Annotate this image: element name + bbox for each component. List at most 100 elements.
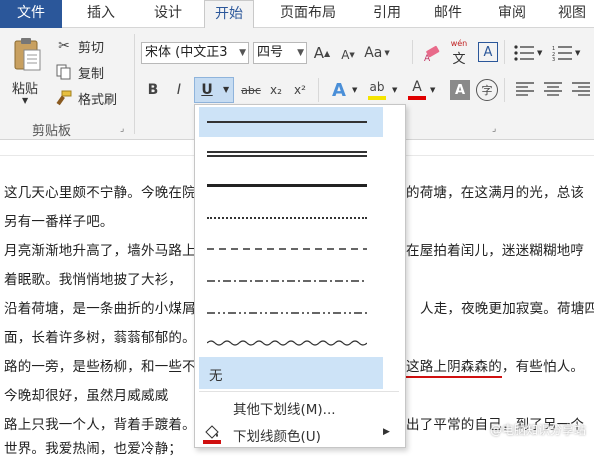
paste-dropdown-arrow-icon[interactable]: ▼ bbox=[22, 96, 28, 105]
underline-option-double[interactable] bbox=[199, 139, 383, 169]
paintbrush-icon bbox=[56, 90, 72, 106]
tab-home[interactable]: 开始 bbox=[204, 0, 254, 29]
dash-dot-line bbox=[207, 280, 367, 282]
svg-text:A: A bbox=[424, 54, 431, 62]
underline-option-dashed[interactable] bbox=[199, 235, 383, 265]
tab-view[interactable]: 视图 bbox=[550, 0, 594, 28]
underline-option-thick[interactable] bbox=[199, 171, 383, 201]
tab-mailings[interactable]: 邮件 bbox=[424, 0, 472, 28]
underline-option-none[interactable]: 无 bbox=[199, 357, 383, 389]
bold-button[interactable]: B bbox=[144, 80, 162, 100]
tab-page-layout[interactable]: 页面布局 bbox=[270, 0, 346, 28]
underlined-selection[interactable]: 这路上阴森森的 bbox=[406, 359, 502, 378]
underline-dropdown-arrow-icon[interactable]: ▼ bbox=[223, 85, 229, 94]
underline-option-dotted[interactable] bbox=[199, 203, 383, 233]
tab-insert[interactable]: 插入 bbox=[72, 0, 130, 28]
font-size-value: 四号 bbox=[257, 45, 284, 60]
menu-divider bbox=[199, 391, 399, 392]
grow-font-icon[interactable]: A ▲ bbox=[312, 43, 332, 63]
clipboard-icon bbox=[14, 38, 41, 71]
font-color-icon: A bbox=[412, 79, 422, 95]
character-border-icon[interactable]: A bbox=[478, 42, 498, 62]
paste-button[interactable]: 粘贴 ▼ bbox=[8, 34, 46, 106]
font-launcher-icon[interactable]: ⌟ bbox=[492, 124, 496, 134]
more-underlines-label: 其他下划线(M)... bbox=[233, 402, 336, 418]
clipboard-launcher-icon[interactable]: ⌟ bbox=[120, 124, 124, 134]
text-effects-dropdown-arrow-icon[interactable]: ▼ bbox=[352, 86, 357, 94]
paragraph-line: 人走，夜晚更加寂寞。荷塘四 bbox=[420, 301, 594, 317]
underline-glyph: U bbox=[201, 82, 213, 98]
copy-label: 复制 bbox=[78, 67, 105, 82]
paragraph-line: 面，长着许多树，蓊蓊郁郁的。 bbox=[4, 330, 196, 346]
submenu-arrow-icon: ▶ bbox=[383, 427, 390, 437]
numbering-dropdown-arrow-icon[interactable]: ▼ bbox=[575, 49, 580, 57]
cut-button[interactable]: ✂ 剪切 bbox=[54, 36, 114, 56]
group-divider bbox=[412, 40, 413, 64]
italic-glyph: I bbox=[176, 82, 182, 98]
tab-file[interactable]: 文件 bbox=[0, 0, 62, 28]
paragraph-line: 另有一番样子吧。 bbox=[4, 214, 114, 230]
dashed-line bbox=[207, 248, 367, 250]
copy-button[interactable]: 复制 bbox=[54, 62, 114, 82]
underline-option-single[interactable] bbox=[199, 107, 383, 137]
more-underlines-item[interactable]: 其他下划线(M)... bbox=[199, 394, 399, 420]
paint-bucket-icon bbox=[203, 425, 221, 444]
underline-button[interactable]: U ▼ bbox=[194, 77, 234, 103]
align-center-icon[interactable] bbox=[544, 82, 562, 96]
superscript-button[interactable]: x² bbox=[291, 80, 309, 100]
highlight-color-button[interactable]: ab bbox=[366, 78, 390, 102]
subscript-button[interactable]: x₂ bbox=[267, 80, 285, 100]
shrink-font-glyph: A bbox=[341, 48, 350, 62]
tab-design[interactable]: 设计 bbox=[138, 0, 198, 28]
underline-option-dash-dot-dot[interactable] bbox=[199, 299, 383, 329]
character-shading-icon[interactable]: A bbox=[450, 80, 470, 100]
change-case-glyph: Aa bbox=[364, 45, 383, 61]
enclose-characters-icon[interactable]: 字 bbox=[476, 79, 498, 101]
highlighter-icon: ab bbox=[369, 80, 385, 94]
subscript-glyph: x₂ bbox=[270, 83, 282, 97]
group-divider bbox=[318, 78, 319, 102]
group-divider bbox=[504, 78, 505, 102]
paragraph-line: 路的一旁，是些杨柳，和一些不 bbox=[4, 359, 196, 375]
wavy-line bbox=[207, 340, 367, 346]
paragraph-line: 月亮渐渐地升高了，墙外马路上 bbox=[4, 243, 196, 259]
tab-review[interactable]: 审阅 bbox=[486, 0, 538, 28]
bullets-icon[interactable] bbox=[514, 45, 534, 61]
format-painter-button[interactable]: 格式刷 bbox=[54, 88, 126, 108]
paste-label: 粘贴 bbox=[12, 82, 39, 97]
shrink-font-icon[interactable]: A ▼ bbox=[338, 45, 358, 65]
paragraph-line: 着眠歌。我悄悄地披了大衫， bbox=[4, 272, 183, 288]
numbering-icon[interactable]: 1 2 3 bbox=[552, 45, 572, 61]
align-right-icon[interactable] bbox=[572, 82, 590, 96]
highlight-color-swatch bbox=[368, 96, 386, 100]
group-divider bbox=[504, 40, 505, 64]
paragraph-line: 沿着荷塘，是一条曲折的小煤屑 bbox=[4, 301, 196, 317]
underline-option-dash-dot[interactable] bbox=[199, 267, 383, 297]
highlight-dropdown-arrow-icon[interactable]: ▼ bbox=[392, 86, 397, 94]
strikethrough-glyph: abc bbox=[241, 83, 261, 97]
font-name-dropdown[interactable]: 宋体 (中文正3 ▼ bbox=[141, 42, 249, 64]
scissors-icon: ✂ bbox=[58, 38, 70, 54]
strikethrough-button[interactable]: abc bbox=[238, 80, 264, 100]
paragraph-line: 这几天心里颇不宁静。今晚在院 bbox=[4, 185, 196, 201]
paragraph-line: 的荷塘，在这满月的光，总该 bbox=[406, 185, 585, 201]
format-painter-label: 格式刷 bbox=[78, 93, 118, 108]
align-left-icon[interactable] bbox=[516, 82, 534, 96]
tab-references[interactable]: 引用 bbox=[360, 0, 414, 28]
phonetic-guide-icon[interactable]: wén 文 bbox=[448, 39, 470, 67]
font-color-dropdown-arrow-icon[interactable]: ▼ bbox=[430, 86, 435, 94]
copy-icon bbox=[56, 64, 71, 80]
change-case-icon[interactable]: Aa ▼ bbox=[364, 43, 390, 63]
clear-formatting-icon[interactable]: A bbox=[424, 44, 442, 62]
italic-button[interactable]: I bbox=[170, 80, 188, 100]
bold-glyph: B bbox=[147, 82, 159, 98]
bullets-dropdown-arrow-icon[interactable]: ▼ bbox=[537, 49, 542, 57]
text-effects-icon[interactable]: A bbox=[328, 78, 350, 102]
paragraph-line: 世界。我爱热闹，也爱冷静； bbox=[4, 441, 183, 457]
underline-option-wavy[interactable] bbox=[199, 329, 383, 359]
pinyin-glyph: wén bbox=[450, 39, 468, 48]
font-size-dropdown[interactable]: 四号 ▼ bbox=[253, 42, 307, 64]
underline-color-item[interactable]: 下划线颜色(U) ▶ bbox=[199, 421, 399, 447]
cut-label: 剪切 bbox=[78, 41, 105, 56]
font-color-button[interactable]: A bbox=[406, 78, 428, 102]
